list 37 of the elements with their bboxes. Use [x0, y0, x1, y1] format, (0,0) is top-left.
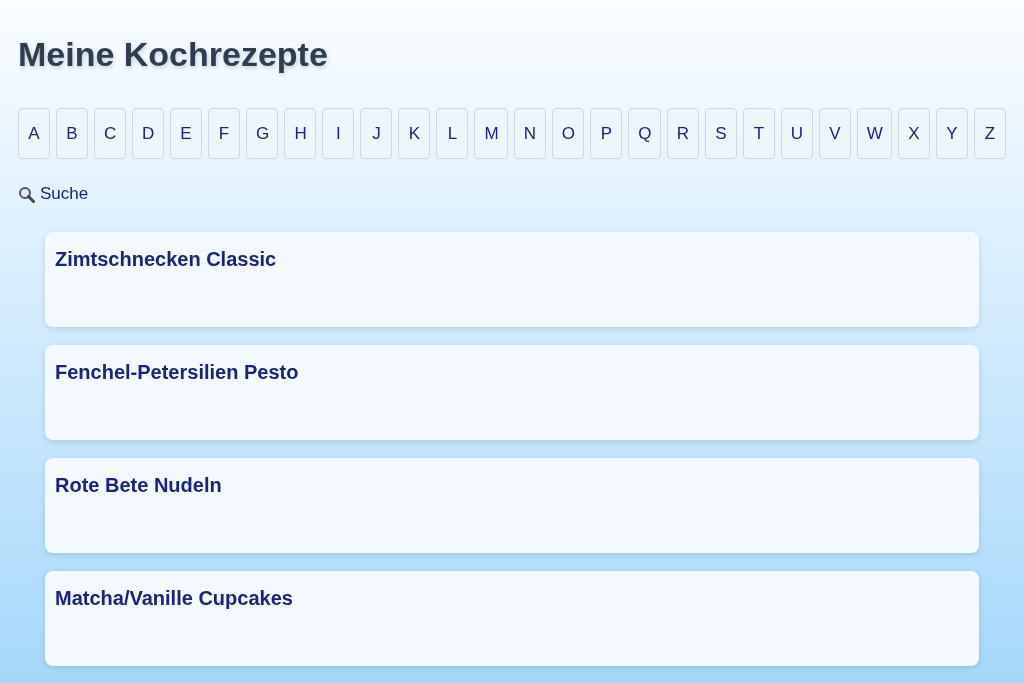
- letter-button[interactable]: L: [436, 108, 469, 159]
- letter-button[interactable]: F: [208, 108, 240, 159]
- page-title: Meine Kochrezepte: [18, 34, 328, 75]
- letter-button[interactable]: E: [170, 108, 202, 159]
- letter-button[interactable]: S: [704, 108, 737, 159]
- letter-button[interactable]: O: [551, 108, 585, 159]
- recipe-card[interactable]: Rote Bete Nudeln: [45, 458, 979, 553]
- letter-button[interactable]: Z: [973, 108, 1006, 159]
- letter-button[interactable]: Q: [628, 108, 661, 159]
- letter-button[interactable]: W: [856, 108, 892, 159]
- letter-button[interactable]: I: [322, 108, 355, 159]
- letter-button[interactable]: P: [590, 108, 623, 159]
- recipe-card[interactable]: Zimtschnecken Classic: [45, 232, 979, 327]
- letter-button[interactable]: B: [56, 108, 88, 159]
- recipe-title: Fenchel-Petersilien Pesto: [55, 361, 299, 383]
- letter-button[interactable]: J: [360, 108, 393, 159]
- recipe-title: Matcha/Vanille Cupcakes: [55, 587, 293, 609]
- letter-button[interactable]: M: [474, 108, 508, 159]
- recipe-title: Zimtschnecken Classic: [55, 248, 277, 270]
- letter-button[interactable]: K: [398, 108, 431, 159]
- letter-button[interactable]: X: [897, 108, 930, 159]
- search-link[interactable]: Suche: [40, 184, 89, 204]
- recipe-card[interactable]: Matcha/Vanille Cupcakes: [45, 571, 979, 666]
- letter-button[interactable]: G: [246, 108, 279, 159]
- letter-button[interactable]: D: [132, 108, 164, 159]
- letter-button[interactable]: N: [513, 108, 546, 159]
- letter-button[interactable]: H: [284, 108, 317, 159]
- letter-button[interactable]: C: [94, 108, 126, 159]
- letter-button[interactable]: R: [666, 108, 699, 159]
- search-icon: [18, 185, 35, 203]
- letter-button[interactable]: Y: [935, 108, 968, 159]
- letter-button[interactable]: A: [18, 108, 50, 159]
- letter-button[interactable]: T: [742, 108, 775, 159]
- recipe-card[interactable]: Fenchel-Petersilien Pesto: [45, 345, 979, 440]
- letter-button[interactable]: U: [780, 108, 813, 159]
- recipe-title: Rote Bete Nudeln: [55, 474, 222, 496]
- letter-button[interactable]: V: [818, 108, 851, 159]
